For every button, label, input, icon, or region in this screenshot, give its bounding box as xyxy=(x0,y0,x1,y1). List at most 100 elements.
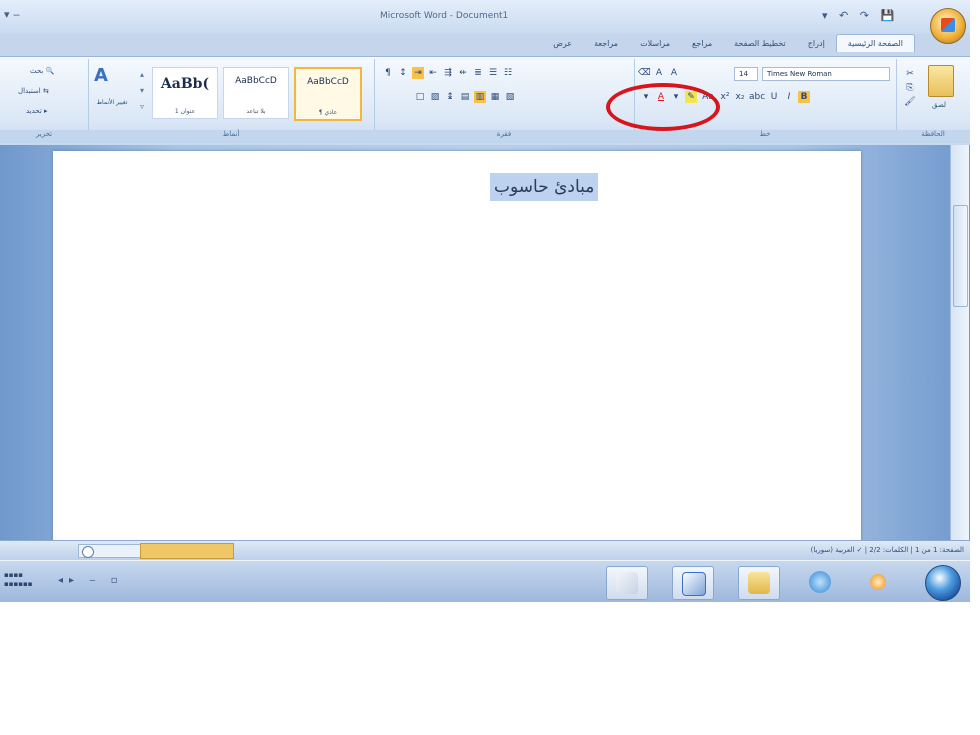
grow-font-icon[interactable]: A xyxy=(668,67,680,79)
superscript-icon[interactable]: x² xyxy=(719,91,731,103)
numbering-icon[interactable]: ☰ xyxy=(487,67,499,79)
multilevel-list-icon[interactable]: ≣ xyxy=(472,67,484,79)
subscript-icon[interactable]: x₂ xyxy=(734,91,746,103)
document-workspace: مبادئ حاسوب xyxy=(0,145,970,543)
tools-icon xyxy=(616,572,638,594)
tab-home[interactable]: الصفحة الرئيسية xyxy=(835,34,915,52)
quick-access-toolbar[interactable]: ▾ ‒ xyxy=(4,8,20,21)
change-styles-icon[interactable]: A xyxy=(94,65,108,86)
office-logo-icon xyxy=(941,18,955,32)
bold-icon[interactable]: B xyxy=(798,91,810,103)
ribbon-tabs: الصفحة الرئيسيةإدراجتخطيط الصفحةمراجعمرا… xyxy=(0,34,925,56)
tab-view[interactable]: عرض xyxy=(542,35,583,52)
zoom-out-icon[interactable] xyxy=(82,546,94,558)
view-buttons[interactable] xyxy=(140,543,234,559)
start-button[interactable] xyxy=(925,565,961,601)
tray-icons[interactable]: ◂▸ ‒ ▫ xyxy=(58,575,124,586)
align-left-icon[interactable]: ▧ xyxy=(504,91,516,103)
clipboard-small-buttons: ✂ ⎘ 🖌 xyxy=(904,67,919,109)
highlight-ring xyxy=(606,83,720,131)
change-styles-label: تغيير الأنماط xyxy=(96,99,128,106)
status-page[interactable]: الصفحة: 1 من 1 xyxy=(915,546,964,554)
styles-scroll-arrows[interactable]: ▴ ▾ ▿ xyxy=(140,67,144,115)
underline-icon[interactable]: U xyxy=(768,91,780,103)
group-label-paragraph: فقرة xyxy=(374,130,634,143)
paragraph-row-1: ¶ ↕ ⇥ ⇤ ⇶ ⇷ ≣ ☰ ☷ xyxy=(382,67,517,79)
ribbon: بحث 🔍 استبدال ⇆ تحديد ▸ تحرير A تغيير ال… xyxy=(0,56,970,146)
tab-review[interactable]: مراجعة xyxy=(583,35,629,52)
taskbar-app-tools[interactable] xyxy=(606,566,648,600)
title-bar: ▾ ‒ Microsoft Word - Document1 ▾ ↶ ↷ 💾 xyxy=(0,0,970,44)
cut-icon[interactable]: ✂ xyxy=(904,68,916,80)
group-styles: A تغيير الأنماط ▴ ▾ ▿ AaBb( عنوان 1 AaBbCc… xyxy=(88,59,375,143)
window-title: Microsoft Word - Document1 xyxy=(380,11,509,21)
paste-button[interactable] xyxy=(928,65,954,97)
tray-clock[interactable]: ▪▪▪▪ ▪▪▪▪▪▪ xyxy=(4,571,32,589)
tab-page-layout[interactable]: تخطيط الصفحة xyxy=(723,35,797,52)
ltr-icon[interactable]: ⇥ xyxy=(412,67,424,79)
clear-format-icon[interactable]: ⌫ xyxy=(638,67,651,79)
strikethrough-icon[interactable]: abc xyxy=(749,91,765,103)
word-icon xyxy=(682,572,706,596)
status-language[interactable]: العربية (سوريا) xyxy=(811,546,855,554)
align-right-icon[interactable]: ▥ xyxy=(474,91,486,103)
style-heading1-sample: AaBb( xyxy=(160,76,210,92)
tab-insert[interactable]: إدراج xyxy=(797,35,836,52)
taskbar-app-ie[interactable] xyxy=(800,566,840,598)
pilcrow-icon[interactable]: ¶ xyxy=(382,67,394,79)
replace-button[interactable]: استبدال ⇆ xyxy=(18,87,49,95)
outdent-icon[interactable]: ⇷ xyxy=(457,67,469,79)
center-icon[interactable]: ▦ xyxy=(489,91,501,103)
group-label-styles: أنماط xyxy=(88,130,374,143)
italic-icon[interactable]: I xyxy=(783,91,795,103)
font-name-select[interactable]: Times New Roman xyxy=(762,67,890,81)
document-page[interactable]: مبادئ حاسوب xyxy=(53,151,861,543)
group-label-clipboard: الحافظة xyxy=(896,130,970,143)
bullets-icon[interactable]: ☷ xyxy=(502,67,514,79)
select-label: تحديد xyxy=(26,107,42,115)
tab-references[interactable]: مراجع xyxy=(681,35,723,52)
status-words[interactable]: الكلمات: 2/2 xyxy=(869,546,908,554)
indent-icon[interactable]: ⇶ xyxy=(442,67,454,79)
proofing-icon[interactable]: ✓ xyxy=(857,546,863,554)
copy-icon[interactable]: ⎘ xyxy=(904,82,916,94)
style-heading1-name: عنوان 1 xyxy=(174,108,196,115)
style-heading1[interactable]: AaBb( عنوان 1 xyxy=(152,67,218,119)
style-normal-name: ¶ عادي xyxy=(318,109,338,116)
style-no-spacing-sample: AaBbCcD xyxy=(235,76,277,86)
scrollbar-thumb[interactable] xyxy=(953,205,968,307)
shrink-font-icon[interactable]: A xyxy=(653,67,665,79)
folder-icon xyxy=(748,572,770,594)
find-label: بحث xyxy=(30,67,44,75)
taskbar-app-media[interactable] xyxy=(858,566,898,598)
status-info: الصفحة: 1 من 1 | الكلمات: 2/2 | ✓ العربي… xyxy=(810,546,964,554)
vertical-scrollbar[interactable] xyxy=(950,145,969,540)
quick-access-buttons[interactable]: ▾ ↶ ↷ 💾 xyxy=(822,9,898,22)
office-button[interactable] xyxy=(930,8,966,44)
line-spacing-icon[interactable]: ↨ xyxy=(444,91,456,103)
paste-label: لصق xyxy=(932,101,947,109)
shading-icon[interactable]: ▨ xyxy=(429,91,441,103)
group-label-editing: تحرير xyxy=(0,130,88,143)
taskbar: ▪▪▪▪ ▪▪▪▪▪▪ ◂▸ ‒ ▫ xyxy=(0,560,970,602)
find-button[interactable]: بحث 🔍 xyxy=(30,67,54,75)
select-button[interactable]: تحديد ▸ xyxy=(26,107,48,115)
style-no-spacing-name: بلا تباعد xyxy=(246,108,266,115)
sort-icon[interactable]: ↕ xyxy=(397,67,409,79)
style-normal[interactable]: AaBbCcD ¶ عادي xyxy=(294,67,362,121)
replace-label: استبدال xyxy=(18,87,41,95)
format-painter-icon[interactable]: 🖌 xyxy=(904,96,916,108)
taskbar-app-explorer[interactable] xyxy=(738,566,780,600)
status-bar: الصفحة: 1 من 1 | الكلمات: 2/2 | ✓ العربي… xyxy=(0,540,970,561)
taskbar-app-word[interactable] xyxy=(672,566,714,600)
style-no-spacing[interactable]: AaBbCcD بلا تباعد xyxy=(223,67,289,119)
justify-icon[interactable]: ▤ xyxy=(459,91,471,103)
group-label-font: خط xyxy=(634,130,896,143)
style-normal-sample: AaBbCcD xyxy=(307,77,349,87)
document-text[interactable]: مبادئ حاسوب xyxy=(490,173,599,201)
tab-mailings[interactable]: مراسلات xyxy=(629,35,681,52)
rtl-icon[interactable]: ⇤ xyxy=(427,67,439,79)
font-row-1: ⌫ A A xyxy=(638,67,683,79)
borders-icon[interactable]: □ xyxy=(414,91,426,103)
font-size-select[interactable]: 14 xyxy=(734,67,758,81)
